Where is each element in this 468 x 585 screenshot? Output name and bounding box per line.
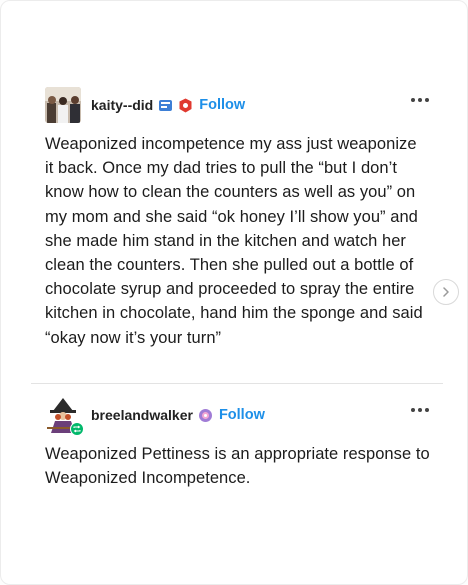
blue-badge-icon[interactable] (158, 98, 173, 113)
username[interactable]: breelandwalker (91, 407, 193, 423)
post-reblog: breelandwalker Follow Weaponized Pettine… (45, 397, 441, 490)
divider (31, 383, 443, 384)
username[interactable]: kaity--did (91, 97, 153, 113)
follow-button[interactable]: Follow (219, 407, 265, 423)
more-options-icon[interactable] (411, 408, 429, 412)
post-header: kaity--did Follow (45, 87, 441, 123)
post-card: kaity--did Follow Weaponized incompetenc… (0, 0, 468, 585)
follow-button[interactable]: Follow (199, 97, 245, 113)
more-options-icon[interactable] (411, 98, 429, 102)
post-body: Weaponized Pettiness is an appropriate r… (45, 445, 430, 488)
post-header: breelandwalker Follow (45, 397, 441, 436)
red-badge-icon[interactable] (178, 98, 193, 113)
avatar[interactable] (45, 397, 84, 436)
next-button[interactable] (433, 279, 459, 305)
chevron-right-icon (443, 287, 449, 297)
avatar[interactable] (45, 87, 81, 123)
post-body: Weaponized incompetence my ass just weap… (45, 135, 423, 347)
reblog-icon (70, 422, 84, 436)
post-original: kaity--did Follow Weaponized incompetenc… (45, 87, 441, 350)
purple-badge-icon[interactable] (198, 408, 213, 423)
